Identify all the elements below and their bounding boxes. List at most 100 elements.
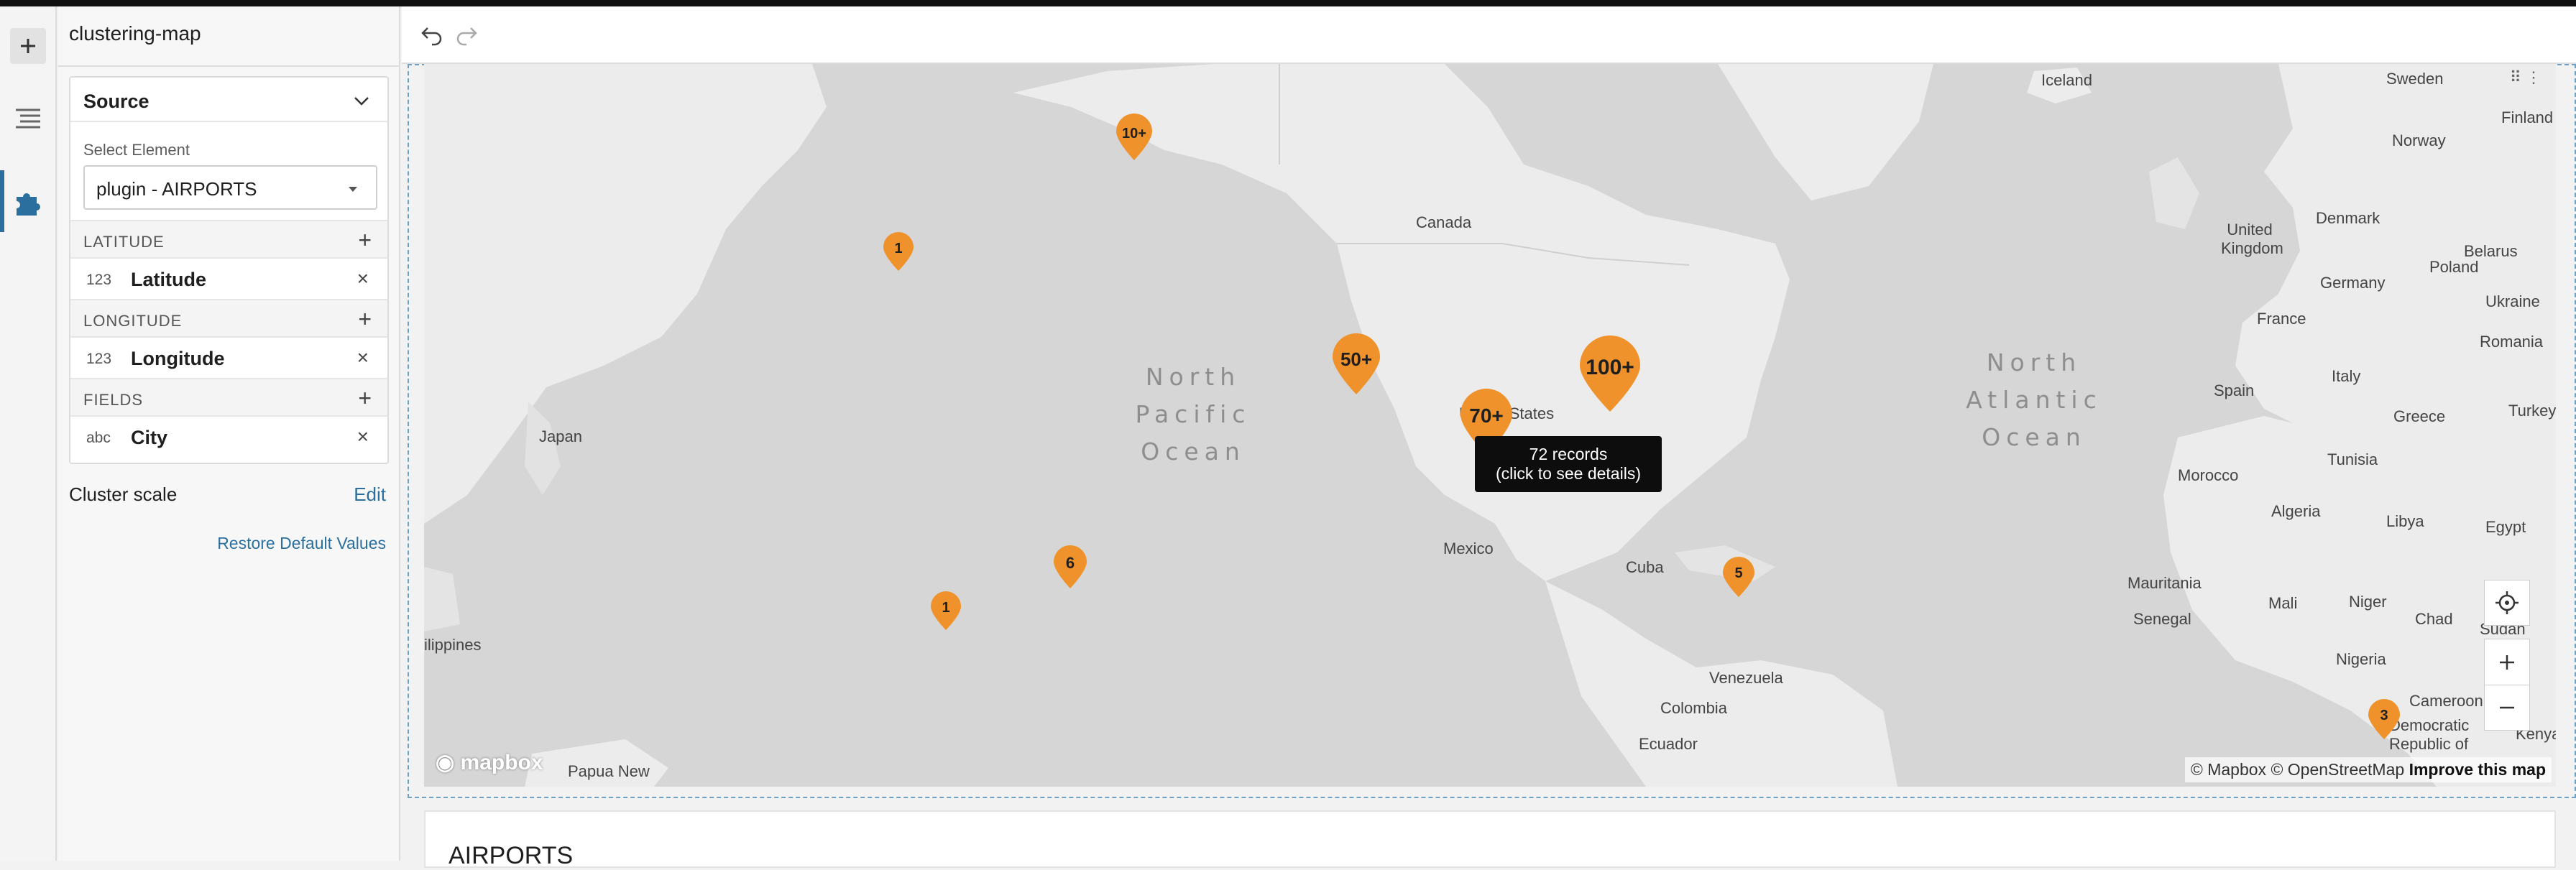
outline-icon[interactable] (10, 101, 46, 136)
cluster-tooltip: 72 records (click to see details) (1475, 436, 1662, 492)
place-label: Niger (2349, 593, 2387, 611)
cluster-pin[interactable]: 3 (2367, 699, 2401, 741)
city-field: abc City × (70, 417, 387, 457)
caret-down-icon (349, 187, 357, 192)
cluster-count: 50+ (1340, 348, 1373, 370)
element-select[interactable]: plugin - AIRPORTS (83, 165, 377, 210)
table-card: AIRPORTS (424, 810, 2556, 869)
cluster-count: 1 (942, 600, 950, 616)
osm-attribution-link[interactable]: © OpenStreetMap (2271, 760, 2404, 779)
table-title: AIRPORTS (448, 842, 574, 869)
place-label: Greece (2393, 407, 2446, 425)
field-name: Longitude (131, 348, 225, 369)
select-element-label: Select Element (83, 141, 190, 159)
mapbox-attribution-link[interactable]: © Mapbox (2191, 760, 2266, 779)
map-attribution: © Mapbox © OpenStreetMap Improve this ma… (2184, 757, 2552, 782)
ocean-label: North Atlantic Ocean (1966, 348, 2102, 451)
remove-latitude-button[interactable]: × (357, 267, 369, 290)
field-type: 123 (86, 351, 112, 367)
section-label: FIELDS (83, 391, 144, 409)
place-label: Chad (2415, 610, 2453, 628)
place-label: Algeria (2271, 502, 2321, 520)
top-bar (0, 0, 2576, 6)
map[interactable]: North Pacific Ocean North Atlantic Ocean… (424, 64, 2556, 787)
geolocate-button[interactable] (2484, 580, 2530, 626)
element-select-value: plugin - AIRPORTS (96, 178, 257, 200)
divider (58, 65, 400, 67)
field-type: 123 (86, 272, 112, 288)
place-label: Mali (2268, 594, 2298, 612)
section-label: LONGITUDE (83, 312, 183, 330)
cluster-pin[interactable]: 100+ (1578, 335, 1642, 413)
add-latitude-button[interactable]: + (358, 228, 372, 251)
chevron-down-icon[interactable] (351, 91, 372, 111)
add-field-button[interactable]: + (358, 387, 372, 409)
mapbox-logo-text: mapbox (460, 751, 543, 774)
place-label: Cuba (1626, 558, 1664, 576)
place-label: Venezuela (1709, 669, 1783, 687)
place-label: Denmark (2316, 209, 2380, 227)
cluster-count: 5 (1734, 565, 1743, 581)
undo-icon[interactable] (419, 22, 445, 48)
place-label: Morocco (2178, 466, 2239, 484)
plugin-icon[interactable] (10, 185, 46, 221)
place-label: Egypt (2485, 518, 2526, 536)
tooltip-records: 72 records (1529, 445, 1608, 463)
zoom-in-button[interactable] (2484, 639, 2530, 685)
add-icon[interactable] (10, 28, 46, 64)
field-name: City (131, 427, 168, 448)
field-type: abc (86, 430, 111, 446)
cluster-pin[interactable]: 1 (929, 591, 962, 631)
cluster-pin[interactable]: 50+ (1331, 333, 1381, 396)
crosshair-icon (2496, 591, 2518, 614)
source-card: Source Select Element plugin - AIRPORTS … (69, 76, 389, 464)
place-label: Ecuador (1639, 735, 1698, 753)
place-label: Finland (2501, 108, 2554, 126)
longitude-section: LONGITUDE + (70, 299, 387, 338)
place-label: Nigeria (2336, 650, 2386, 668)
editor-toolbar (402, 6, 2576, 64)
place-label: United Kingdom (2221, 221, 2283, 257)
cluster-count: 6 (1065, 554, 1075, 572)
place-label: Mexico (1443, 540, 1494, 557)
place-label: Germany (2320, 274, 2386, 292)
place-label: ilippines (424, 636, 482, 654)
redo-icon[interactable] (454, 22, 479, 48)
cluster-pin[interactable]: 5 (1721, 557, 1756, 598)
latitude-section: LATITUDE + (70, 220, 387, 259)
place-label: Tunisia (2327, 450, 2378, 468)
place-label: Spain (2214, 381, 2255, 399)
minus-icon (2500, 706, 2514, 709)
place-label: Libya (2386, 512, 2424, 530)
latitude-field: 123 Latitude × (70, 259, 387, 299)
cluster-count: 3 (2380, 708, 2388, 723)
add-longitude-button[interactable]: + (358, 307, 372, 330)
cluster-pin[interactable]: 10+ (1115, 113, 1154, 162)
config-panel: clustering-map Source Select Element plu… (58, 6, 400, 861)
section-label: LATITUDE (83, 233, 165, 251)
cluster-scale-edit-link[interactable]: Edit (354, 483, 386, 506)
longitude-field: 123 Longitude × (70, 338, 387, 378)
active-indicator (0, 170, 4, 232)
cluster-pin[interactable]: 1 (882, 232, 915, 272)
place-label: Colombia (1660, 699, 1727, 717)
plus-icon (2500, 654, 2514, 670)
place-label: Norway (2392, 131, 2446, 149)
improve-map-link[interactable]: Improve this map (2409, 760, 2546, 779)
place-label: Senegal (2133, 610, 2191, 628)
place-label: Papua New (568, 762, 650, 780)
source-header[interactable]: Source (70, 78, 387, 122)
more-options-icon[interactable]: ⠿ ⋮ (2510, 68, 2542, 87)
panel-title: clustering-map (69, 22, 201, 45)
zoom-out-button[interactable] (2484, 685, 2530, 731)
place-label: Democratic Republic of (2389, 716, 2470, 753)
remove-longitude-button[interactable]: × (357, 346, 369, 369)
cluster-pin[interactable]: 6 (1052, 545, 1088, 590)
place-label: Poland (2429, 258, 2479, 276)
mapbox-logo[interactable]: ◉ mapbox (436, 750, 543, 775)
place-label: Ukraine (2485, 292, 2540, 310)
place-label: Mauritania (2128, 574, 2202, 592)
place-label: Turkey (2508, 402, 2556, 420)
remove-city-button[interactable]: × (357, 425, 369, 448)
restore-defaults-link[interactable]: Restore Default Values (217, 534, 386, 553)
